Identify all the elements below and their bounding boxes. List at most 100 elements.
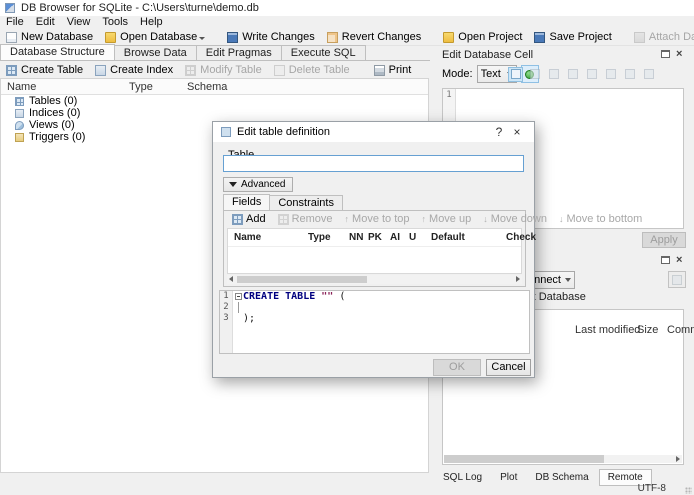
scroll-right-arrow-icon[interactable] — [676, 456, 680, 462]
dialog-help-button[interactable]: ? — [490, 125, 508, 139]
remote-column-last-modified[interactable]: Last modified — [575, 324, 640, 336]
tree-item-label: Tables (0) — [29, 95, 78, 107]
dock-tab-plot[interactable]: Plot — [492, 470, 525, 485]
create-table-button[interactable]: Create Table — [0, 62, 89, 78]
cell-toolbar — [508, 64, 656, 84]
print-cell-button[interactable] — [641, 67, 656, 82]
menu-edit[interactable]: Edit — [30, 16, 61, 29]
scroll-left-arrow-icon[interactable] — [229, 276, 233, 282]
dialog-close-button[interactable]: × — [508, 125, 526, 139]
dialog-tab-fields[interactable]: Fields — [223, 194, 271, 210]
write-changes-icon — [227, 31, 239, 43]
remote-hscrollbar[interactable] — [444, 455, 682, 463]
sql-preview[interactable]: 123 CREATE TABLE "" (); — [219, 290, 530, 354]
advanced-toggle-button[interactable]: Advanced — [223, 177, 294, 192]
fields-grid[interactable]: Name Type NN PK AI U Default Check — [227, 228, 536, 274]
grid-column-u[interactable]: U — [409, 232, 416, 243]
indices-icon — [15, 108, 24, 118]
export-file-button[interactable] — [565, 67, 580, 82]
create-index-button[interactable]: Create Index — [89, 62, 179, 78]
save-as-button[interactable] — [584, 67, 599, 82]
float-panel-icon[interactable] — [661, 49, 673, 60]
title-bar[interactable]: DB Browser for SQLite - C:\Users\turne\d… — [0, 0, 694, 16]
grid-column-name[interactable]: Name — [234, 232, 261, 243]
attach-database-icon — [633, 31, 645, 43]
grid-header-divider — [228, 246, 521, 247]
app-window: DB Browser for SQLite - C:\Users\turne\d… — [0, 0, 694, 495]
fields-hscroll-thumb[interactable] — [237, 276, 367, 283]
grid-column-ai[interactable]: AI — [390, 232, 400, 243]
close-panel-icon[interactable]: × — [676, 255, 688, 266]
save-project-label: Save Project — [549, 31, 612, 43]
print-button[interactable]: Print — [368, 62, 418, 78]
tree-column-schema[interactable]: Schema — [187, 81, 227, 93]
print-icon — [373, 64, 385, 76]
cancel-button[interactable]: Cancel — [486, 359, 531, 376]
write-changes-button[interactable]: Write Changes — [221, 29, 321, 46]
ok-button[interactable]: OK — [433, 359, 481, 376]
revert-changes-button[interactable]: Revert Changes — [321, 29, 428, 46]
grid-column-pk[interactable]: PK — [368, 232, 382, 243]
grid-column-nn[interactable]: NN — [349, 232, 363, 243]
open-database-button[interactable]: Open Database — [99, 29, 211, 46]
close-panel-icon[interactable]: × — [676, 49, 688, 60]
main-tab-bar: Database Structure Browse Data Edit Pragma… — [0, 44, 430, 61]
import-file-button[interactable] — [546, 67, 561, 82]
set-null-button[interactable] — [622, 67, 637, 82]
tab-edit-pragmas[interactable]: Edit Pragmas — [195, 45, 282, 60]
move-to-top-label: Move to top — [352, 213, 410, 225]
save-project-button[interactable]: Save Project — [528, 29, 617, 46]
dialog-title-bar[interactable]: Edit table definition ? × — [213, 122, 534, 142]
dock-tab-sql-log[interactable]: SQL Log — [435, 470, 490, 485]
table-name-input[interactable] — [223, 155, 524, 172]
menu-help[interactable]: Help — [134, 16, 169, 29]
open-project-button[interactable]: Open Project — [437, 29, 528, 46]
remove-button: Remove — [273, 213, 338, 225]
dock-tab-db-schema[interactable]: DB Schema — [527, 470, 596, 485]
move-down-icon: ↓ — [483, 214, 488, 224]
fold-marker-icon[interactable] — [235, 293, 242, 300]
fullscreen-icon — [605, 69, 616, 79]
grid-column-check[interactable]: Check — [506, 232, 536, 243]
tree-header[interactable]: Name Type Schema — [1, 79, 428, 95]
tab-execute-sql[interactable]: Execute SQL — [280, 45, 366, 60]
dialog-tab-constraints[interactable]: Constraints — [269, 195, 343, 210]
sql-line — [235, 302, 529, 313]
encoding-indicator[interactable]: UTF-8 — [638, 483, 666, 494]
grid-column-type[interactable]: Type — [308, 232, 331, 243]
word-wrap-button[interactable] — [527, 67, 542, 82]
resize-grip[interactable] — [685, 487, 692, 494]
menu-tools[interactable]: Tools — [96, 16, 134, 29]
clone-database-button[interactable] — [668, 271, 686, 288]
menu-view[interactable]: View — [61, 16, 97, 29]
tab-database-structure[interactable]: Database Structure — [0, 44, 115, 60]
remote-column-commit[interactable]: Commit — [667, 324, 694, 336]
new-database-button[interactable]: New Database — [0, 29, 99, 46]
menu-file[interactable]: File — [0, 16, 30, 29]
edit-cell-header[interactable]: Edit Database Cell × — [433, 47, 692, 62]
tree-column-type[interactable]: Type — [129, 81, 153, 93]
tree-item-tables[interactable]: Tables (0) — [1, 95, 428, 107]
dialog-tab-bar: Fields Constraints — [223, 194, 343, 210]
remote-column-size[interactable]: Size — [637, 324, 658, 336]
grid-column-default[interactable]: Default — [431, 232, 465, 243]
text-mode-button[interactable] — [508, 66, 523, 82]
menu-bar: File Edit View Tools Help — [0, 16, 694, 29]
scroll-right-arrow-icon[interactable] — [516, 276, 520, 282]
tree-column-name[interactable]: Name — [7, 81, 36, 93]
float-panel-icon[interactable] — [661, 255, 673, 266]
apply-button[interactable]: Apply — [642, 232, 686, 248]
tree-item-label: Indices (0) — [29, 107, 81, 119]
fields-hscrollbar[interactable] — [227, 275, 522, 284]
move-up-icon: ↑ — [421, 214, 427, 224]
tab-browse-data[interactable]: Browse Data — [113, 45, 197, 60]
fullscreen-button[interactable] — [603, 67, 618, 82]
remote-hscroll-thumb[interactable] — [444, 455, 604, 463]
attach-database-label: Attach Database — [648, 31, 694, 43]
sql-line-number: 1 — [223, 291, 229, 301]
import-file-icon — [548, 69, 559, 79]
tree-item-indices[interactable]: Indices (0) — [1, 107, 428, 119]
mode-label: Mode: — [442, 68, 473, 80]
sql-line: CREATE TABLE "" ( — [235, 291, 529, 302]
add-button[interactable]: Add — [227, 213, 271, 225]
